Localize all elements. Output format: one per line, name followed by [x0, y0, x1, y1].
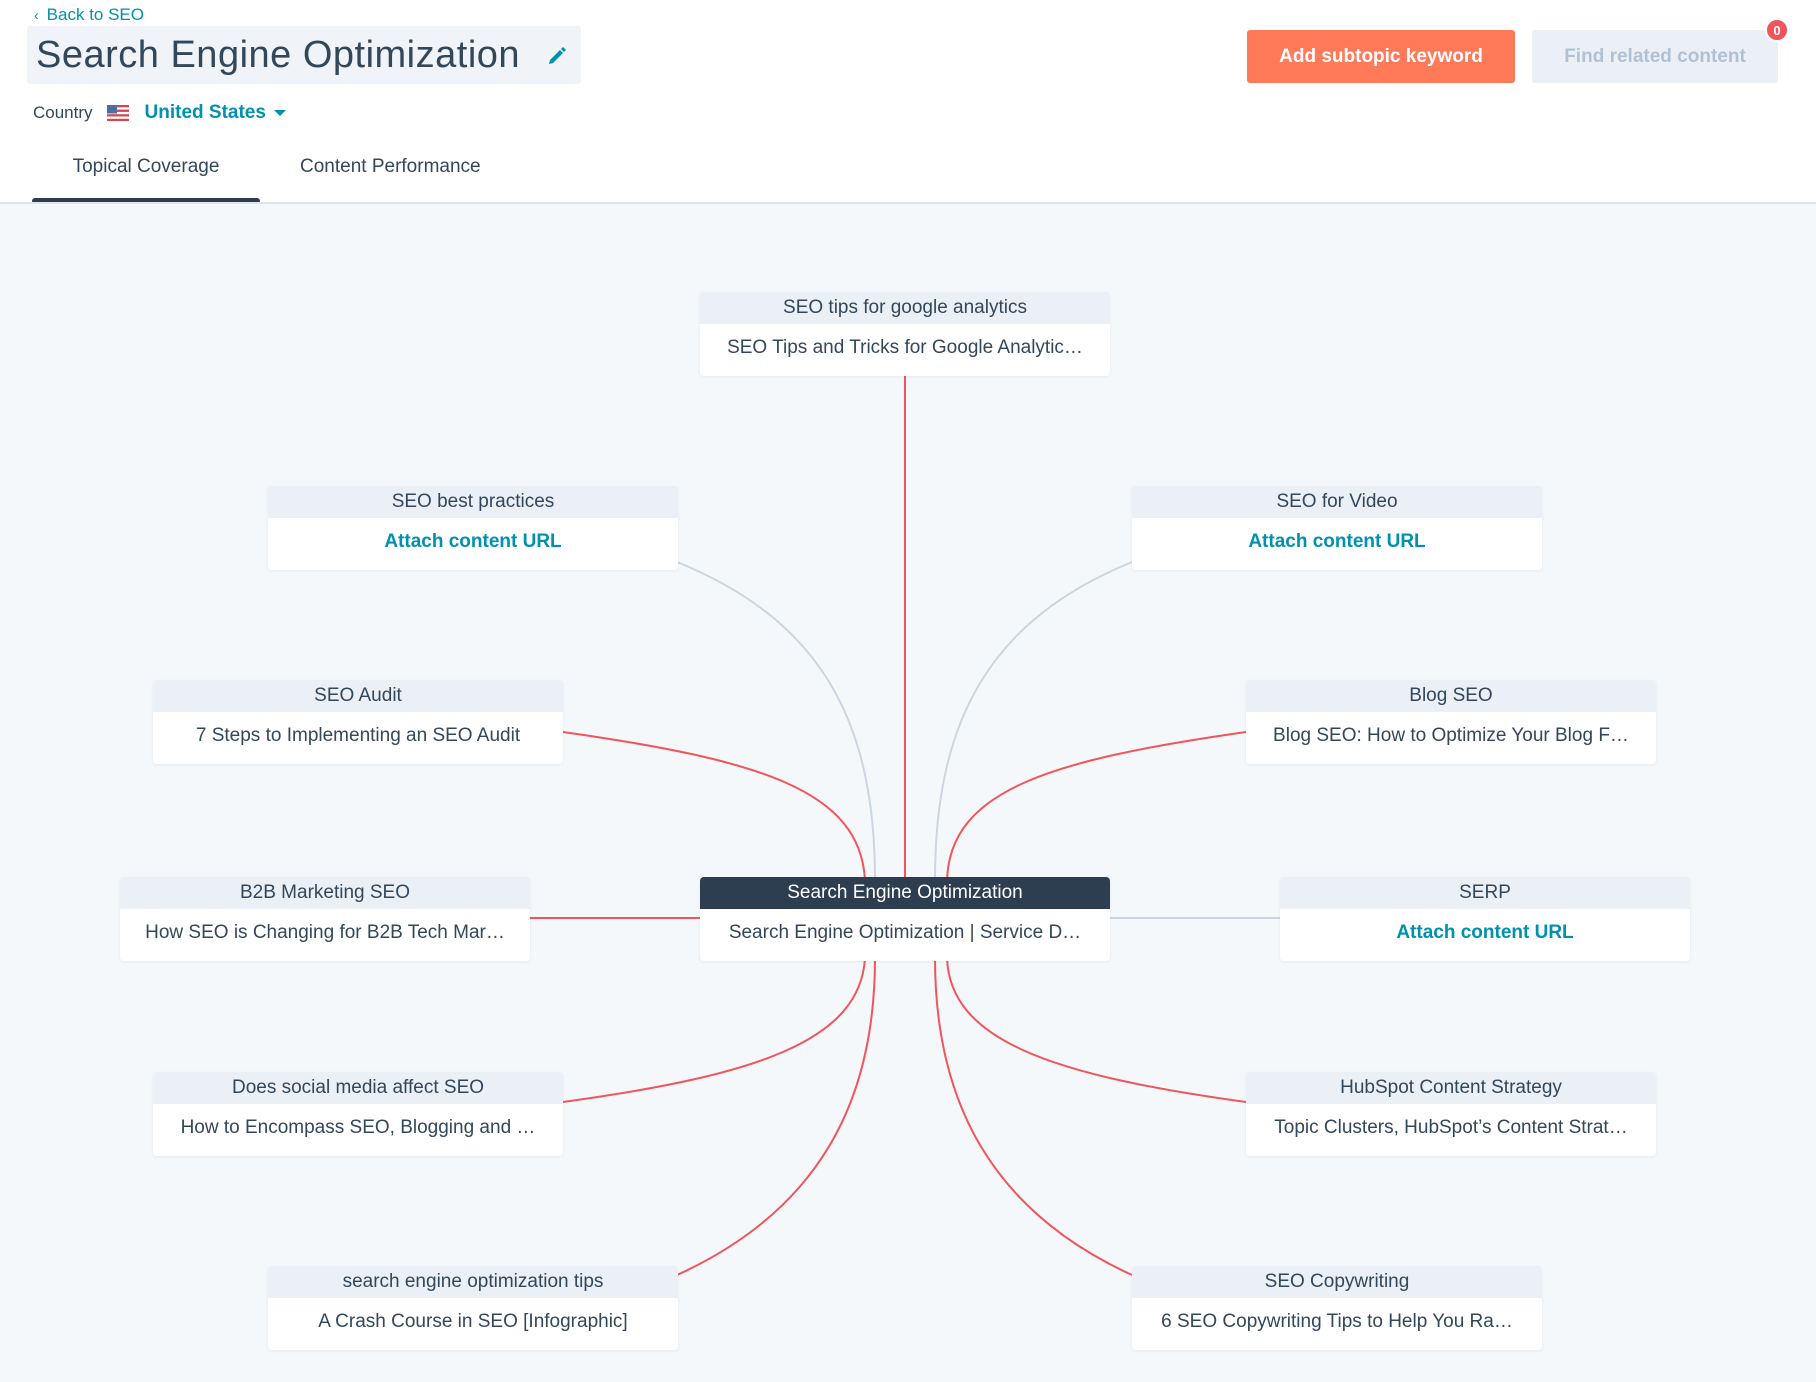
subtopic-node[interactable]: SERP Attach content URL: [1280, 877, 1690, 961]
country-row: Country United States: [33, 102, 286, 124]
subtopic-keyword: Does social media affect SEO: [153, 1072, 563, 1104]
subtopic-keyword: HubSpot Content Strategy: [1246, 1072, 1656, 1104]
subtopic-keyword: SEO for Video: [1132, 486, 1542, 518]
subtopic-keyword: SERP: [1280, 877, 1690, 909]
tab-bar: Topical Coverage Content Performance: [32, 150, 481, 204]
subtopic-keyword: B2B Marketing SEO: [120, 877, 530, 909]
subtopic-node[interactable]: SEO Copywriting 6 SEO Copywriting Tips t…: [1132, 1266, 1542, 1350]
page-title-box[interactable]: Search Engine Optimization: [27, 26, 581, 84]
subtopic-node[interactable]: SEO Audit 7 Steps to Implementing an SEO…: [153, 680, 563, 764]
country-label: Country: [33, 103, 93, 122]
notification-badge: 0: [1765, 18, 1789, 42]
chevron-left-icon: ‹: [34, 7, 39, 23]
subtopic-node[interactable]: search engine optimization tips A Crash …: [268, 1266, 678, 1350]
subtopic-content[interactable]: Blog SEO: How to Optimize Your Blog F…: [1246, 712, 1656, 764]
country-select[interactable]: United States: [145, 102, 286, 124]
subtopic-node[interactable]: SEO best practices Attach content URL: [268, 486, 678, 570]
subtopic-keyword: search engine optimization tips: [268, 1266, 678, 1298]
subtopic-node[interactable]: Blog SEO Blog SEO: How to Optimize Your …: [1246, 680, 1656, 764]
back-link-label: Back to SEO: [46, 5, 144, 24]
subtopic-keyword: SEO Copywriting: [1132, 1266, 1542, 1298]
subtopic-content[interactable]: SEO Tips and Tricks for Google Analytic…: [700, 324, 1110, 376]
subtopic-content[interactable]: 6 SEO Copywriting Tips to Help You Ra…: [1132, 1298, 1542, 1350]
subtopic-content[interactable]: A Crash Course in SEO [Infographic]: [268, 1298, 678, 1350]
subtopic-keyword: SEO Audit: [153, 680, 563, 712]
subtopic-keyword: Blog SEO: [1246, 680, 1656, 712]
subtopic-content[interactable]: How to Encompass SEO, Blogging and …: [153, 1104, 563, 1156]
subtopic-content[interactable]: 7 Steps to Implementing an SEO Audit: [153, 712, 563, 764]
subtopic-content[interactable]: How SEO is Changing for B2B Tech Mar…: [120, 909, 530, 961]
subtopic-keyword: SEO best practices: [268, 486, 678, 518]
subtopic-node[interactable]: Does social media affect SEO How to Enco…: [153, 1072, 563, 1156]
subtopic-node[interactable]: B2B Marketing SEO How SEO is Changing fo…: [120, 877, 530, 961]
add-subtopic-keyword-button[interactable]: Add subtopic keyword: [1247, 30, 1515, 83]
pencil-icon[interactable]: [547, 45, 567, 65]
pillar-content[interactable]: Search Engine Optimization | Service D…: [700, 909, 1110, 961]
tab-content-performance[interactable]: Content Performance: [300, 150, 481, 202]
us-flag-icon: [106, 105, 129, 121]
subtopic-content[interactable]: Topic Clusters, HubSpot’s Content Strat…: [1246, 1104, 1656, 1156]
attach-content-url-link[interactable]: Attach content URL: [268, 518, 678, 570]
tab-topical-coverage[interactable]: Topical Coverage: [32, 150, 260, 204]
subtopic-node[interactable]: SEO for Video Attach content URL: [1132, 486, 1542, 570]
subtopic-node[interactable]: SEO tips for google analytics SEO Tips a…: [700, 292, 1110, 376]
subtopic-keyword: SEO tips for google analytics: [700, 292, 1110, 324]
pillar-keyword: Search Engine Optimization: [700, 877, 1110, 909]
pillar-node[interactable]: Search Engine Optimization Search Engine…: [700, 877, 1110, 961]
attach-content-url-link[interactable]: Attach content URL: [1132, 518, 1542, 570]
subtopic-node[interactable]: HubSpot Content Strategy Topic Clusters,…: [1246, 1072, 1656, 1156]
attach-content-url-link[interactable]: Attach content URL: [1280, 909, 1690, 961]
caret-down-icon: [273, 110, 286, 116]
back-link[interactable]: ‹ Back to SEO: [34, 5, 144, 25]
page-header: ‹ Back to SEO Search Engine Optimization…: [0, 0, 1816, 204]
country-value: United States: [144, 102, 266, 123]
page-title: Search Engine Optimization: [36, 33, 521, 76]
topic-cluster-canvas: [0, 204, 1816, 1382]
find-related-content-button[interactable]: Find related content: [1532, 30, 1778, 83]
